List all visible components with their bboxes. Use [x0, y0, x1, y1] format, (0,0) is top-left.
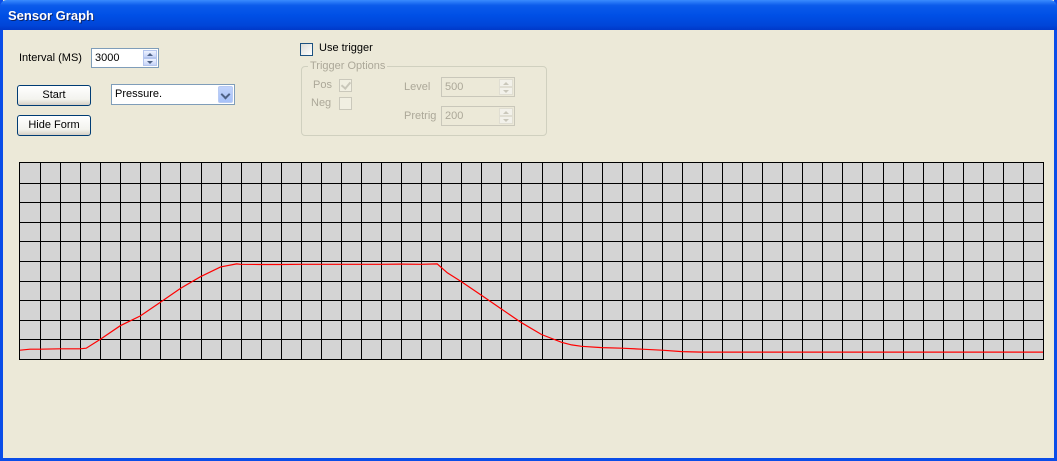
- level-label: Level: [404, 81, 431, 93]
- pos-label: Pos: [313, 79, 332, 91]
- level-value[interactable]: 500: [445, 81, 463, 93]
- spin-down-icon[interactable]: [143, 58, 157, 66]
- sensor-graph-window: Sensor Graph Interval (MS) 3000 Start Hi…: [0, 0, 1057, 461]
- interval-spinner[interactable]: 3000: [91, 48, 159, 68]
- pretrig-label: Pretrig: [404, 110, 437, 122]
- chevron-down-icon[interactable]: [218, 86, 233, 103]
- spin-down-icon[interactable]: [499, 87, 513, 95]
- pos-checkbox[interactable]: [339, 79, 352, 92]
- title-bar[interactable]: Sensor Graph: [0, 0, 1057, 30]
- graph-plot-area: [20, 163, 1043, 359]
- spin-down-icon[interactable]: [499, 116, 513, 124]
- spin-up-icon[interactable]: [143, 50, 157, 58]
- sensor-select-value: Pressure.: [115, 88, 163, 100]
- spin-up-icon[interactable]: [499, 108, 513, 116]
- use-trigger-label[interactable]: Use trigger: [319, 42, 373, 54]
- pretrig-value[interactable]: 200: [445, 110, 463, 122]
- series-group: [20, 263, 1043, 353]
- interval-value[interactable]: 3000: [95, 52, 119, 64]
- checkmark-icon: [340, 79, 352, 90]
- trigger-options-title: Trigger Options: [308, 60, 388, 72]
- sensor-select[interactable]: Pressure.: [111, 84, 235, 105]
- interval-label: Interval (MS): [19, 52, 82, 64]
- pretrig-spinner[interactable]: 200: [441, 106, 515, 126]
- neg-label: Neg: [311, 97, 332, 109]
- series-line-0: [20, 263, 1043, 353]
- hide-form-button[interactable]: Hide Form: [17, 115, 91, 136]
- window-title: Sensor Graph: [8, 8, 94, 23]
- sensor-graph: [19, 162, 1044, 360]
- spin-up-icon[interactable]: [499, 79, 513, 87]
- start-button[interactable]: Start: [17, 85, 91, 106]
- neg-checkbox[interactable]: [339, 97, 352, 110]
- level-spinner[interactable]: 500: [441, 77, 515, 97]
- use-trigger-checkbox[interactable]: [300, 43, 313, 56]
- grid-lines: [20, 163, 1043, 359]
